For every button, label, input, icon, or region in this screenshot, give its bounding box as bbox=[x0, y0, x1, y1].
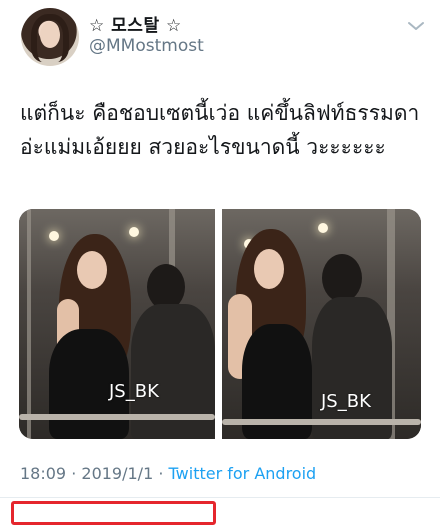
tweet-media[interactable]: JS_BK JS_BK bbox=[19, 209, 421, 439]
elevator-frame bbox=[27, 209, 31, 439]
tweet-source-link[interactable]: Twitter for Android bbox=[169, 464, 317, 483]
watermark: JS_BK bbox=[109, 381, 159, 402]
tweet-time: 18:09 bbox=[20, 464, 67, 483]
avatar-face bbox=[40, 22, 60, 48]
highlight-box bbox=[11, 501, 216, 525]
ceiling-light bbox=[318, 223, 328, 233]
ceiling-light bbox=[129, 227, 139, 237]
woman-face bbox=[77, 251, 107, 289]
tweet-meta: 18:09 · 2019/1/1 · Twitter for Android bbox=[20, 464, 316, 483]
ceiling-light bbox=[49, 231, 59, 241]
tweet-date: 2019/1/1 bbox=[81, 464, 154, 483]
elevator-rail bbox=[19, 414, 215, 420]
man-body bbox=[312, 297, 392, 439]
man-head bbox=[322, 254, 362, 302]
display-name[interactable]: ☆ 모스탈 ☆ bbox=[89, 11, 182, 36]
photo-left[interactable]: JS_BK bbox=[19, 209, 215, 439]
tweet-header: ☆ 모스탈 ☆ @MMostmost bbox=[0, 0, 440, 78]
meta-separator: · bbox=[158, 464, 164, 483]
woman-face bbox=[254, 249, 284, 289]
chevron-down-icon[interactable] bbox=[407, 20, 425, 32]
meta-separator: · bbox=[71, 464, 77, 483]
user-handle[interactable]: @MMostmost bbox=[89, 36, 204, 56]
tweet-text: แต่ก็นะ คือชอบเซตนี้เว่อ แค่ขึ้นลิฟท์ธรร… bbox=[20, 101, 420, 159]
photo-right[interactable]: JS_BK bbox=[222, 209, 421, 439]
divider bbox=[0, 497, 440, 498]
watermark: JS_BK bbox=[321, 391, 371, 412]
avatar[interactable] bbox=[21, 8, 79, 66]
elevator-rail bbox=[222, 419, 421, 425]
